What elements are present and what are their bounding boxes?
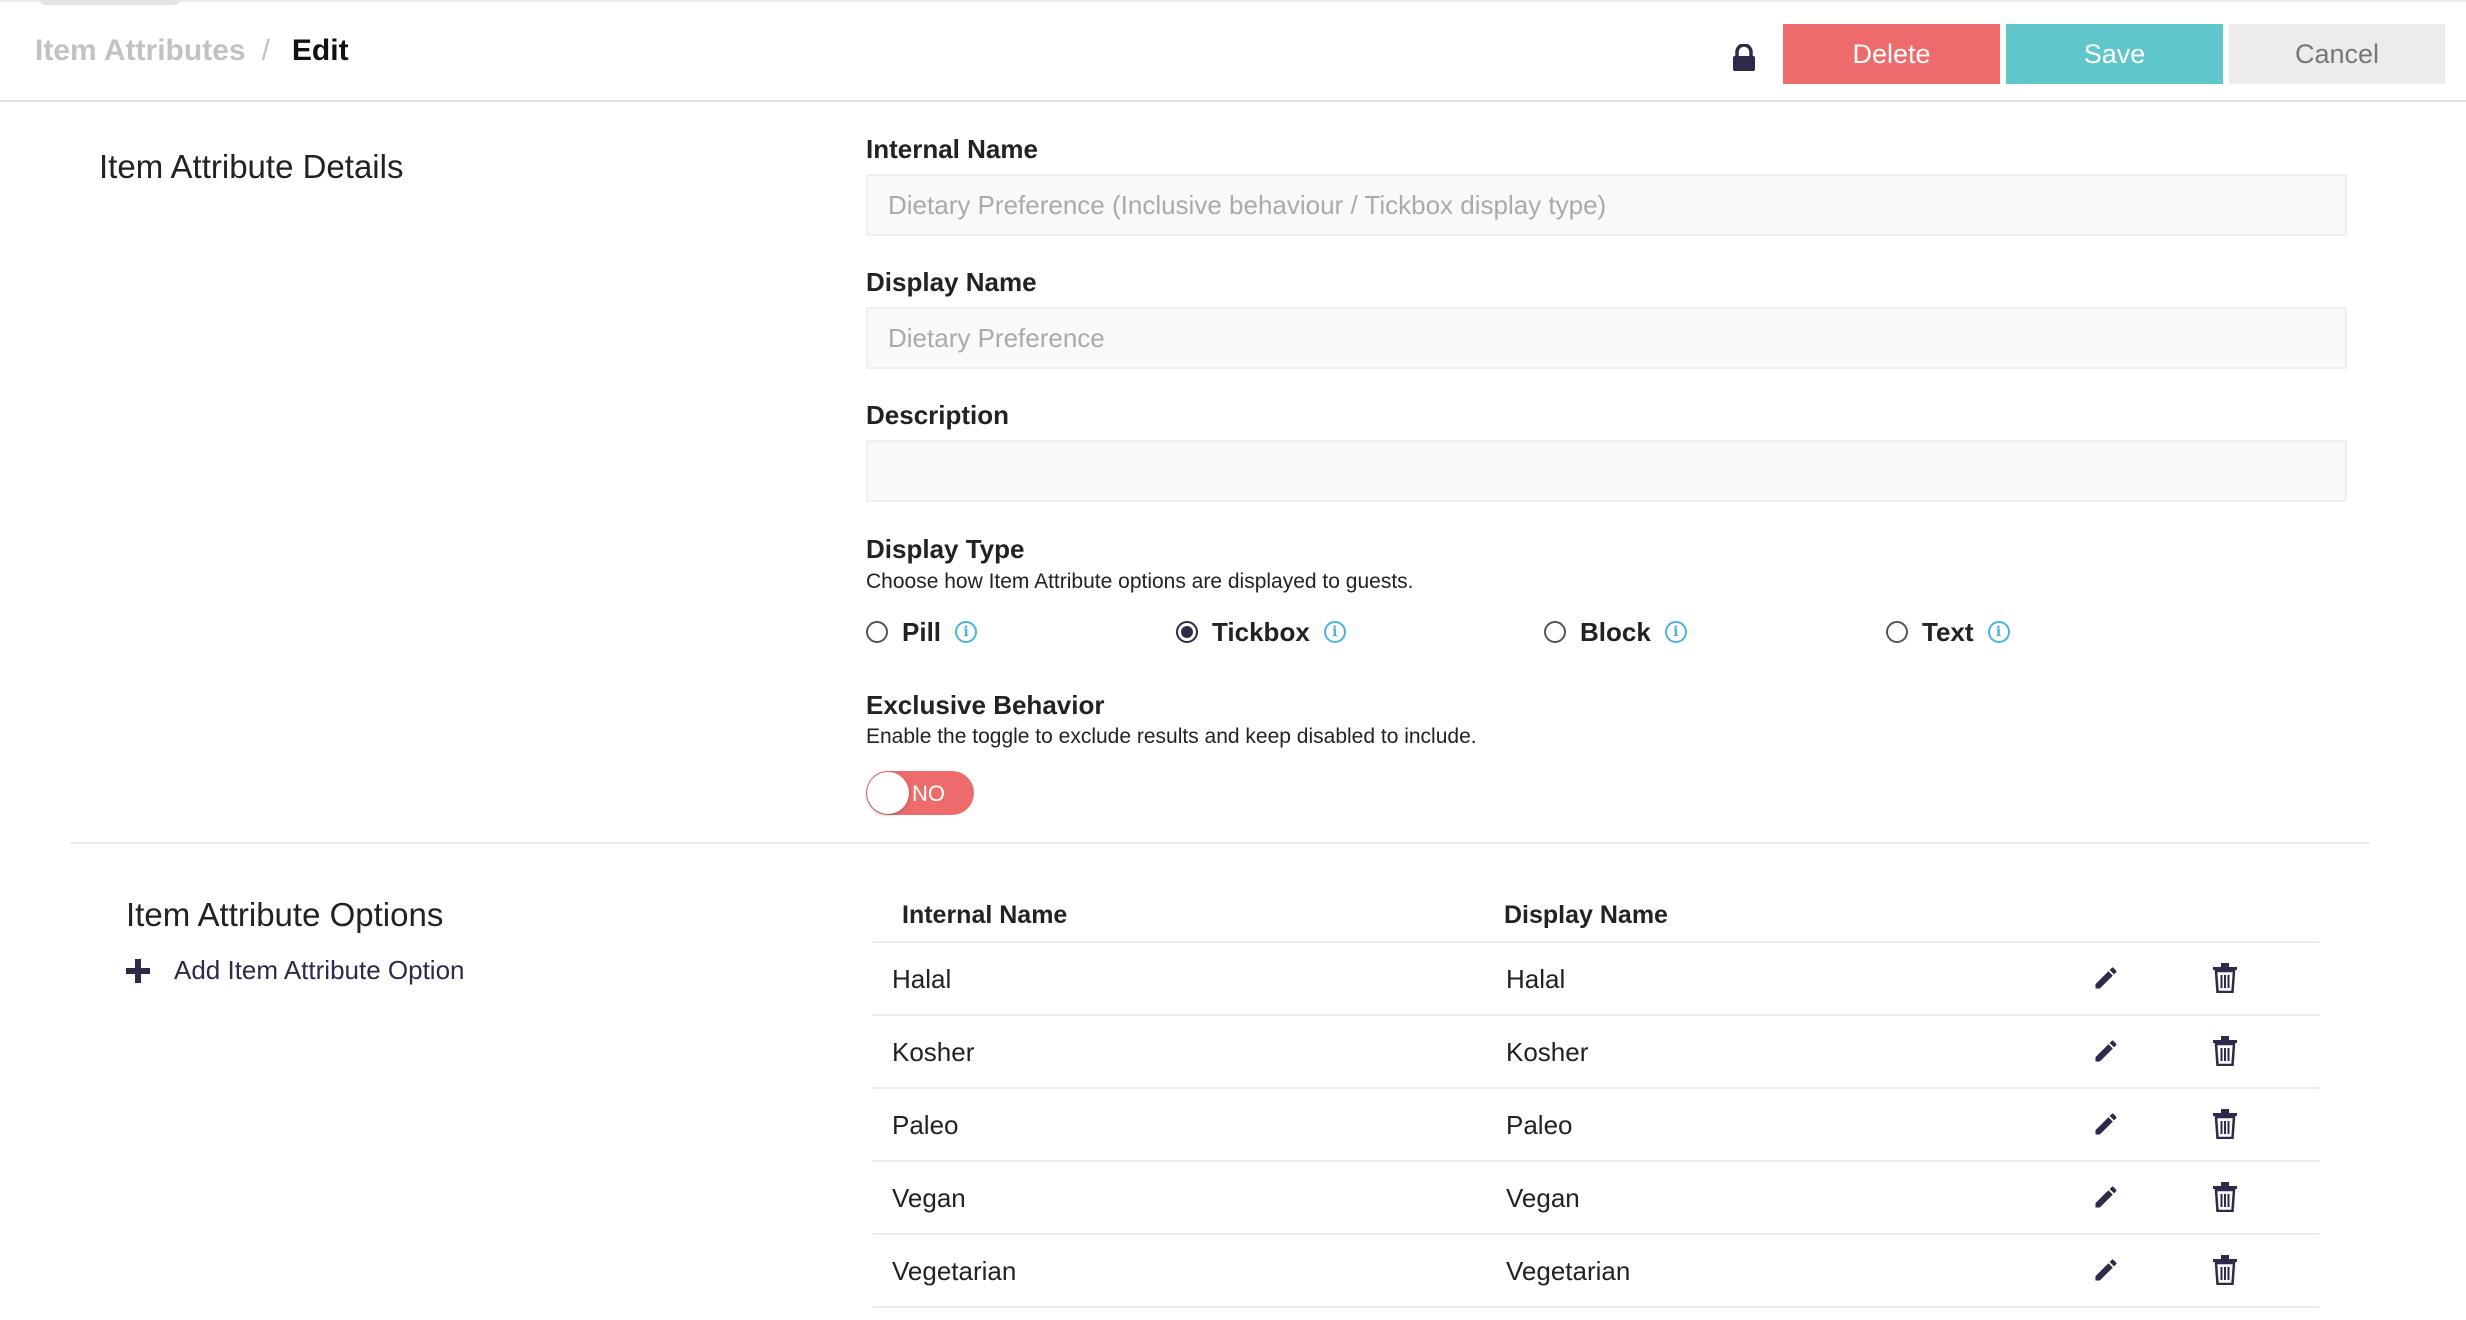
info-icon[interactable]: i: [955, 621, 978, 643]
trash-icon[interactable]: [2208, 1253, 2242, 1287]
options-table: Internal Name Display Name Halal Halal Kos…: [873, 895, 2319, 1308]
radio-text[interactable]: Text i: [1886, 616, 2010, 648]
cell-internal-name: Vegetarian: [892, 1256, 1017, 1286]
internal-name-label: Internal Name: [866, 134, 1038, 164]
cell-display-name: Vegetarian: [1506, 1256, 1631, 1286]
column-header-internal-name: Internal Name: [902, 901, 1068, 929]
breadcrumb-current: Edit: [291, 34, 349, 67]
trash-icon[interactable]: [2208, 1180, 2242, 1214]
breadcrumb: Item Attributes / Edit: [35, 34, 349, 68]
radio-block[interactable]: Block i: [1544, 616, 1687, 648]
radio-tickbox[interactable]: Tickbox i: [1176, 616, 1346, 648]
toggle-label: NO: [912, 781, 945, 806]
info-icon[interactable]: i: [1987, 621, 2010, 643]
cell-internal-name: Halal: [892, 964, 952, 994]
trash-icon[interactable]: [2208, 1107, 2242, 1141]
cell-internal-name: Vegan: [892, 1183, 966, 1213]
lock-icon[interactable]: [1731, 44, 1757, 72]
display-name-label: Display Name: [866, 267, 1037, 297]
breadcrumb-parent-link[interactable]: Item Attributes: [35, 34, 246, 68]
info-icon[interactable]: i: [1323, 621, 1346, 643]
internal-name-input[interactable]: [866, 174, 2347, 236]
cell-display-name: Halal: [1506, 964, 1566, 994]
cell-display-name: Vegan: [1506, 1183, 1580, 1213]
radio-label: Tickbox: [1212, 616, 1310, 647]
exclusive-behavior-label: Exclusive Behavior: [866, 690, 1105, 720]
radio-circle[interactable]: [1176, 621, 1198, 643]
exclusive-behavior-help: Enable the toggle to exclude results and…: [866, 725, 1477, 748]
cell-display-name: Paleo: [1506, 1110, 1573, 1140]
cell-display-name: Kosher: [1506, 1037, 1589, 1067]
trash-icon[interactable]: [2208, 1034, 2242, 1068]
breadcrumb-separator: /: [261, 34, 270, 67]
info-icon[interactable]: i: [1664, 621, 1687, 643]
display-name-input[interactable]: [866, 307, 2347, 369]
add-option-label: Add Item Attribute Option: [174, 955, 465, 985]
table-header: Internal Name Display Name: [873, 895, 2319, 943]
radio-circle[interactable]: [1886, 621, 1908, 643]
table-body: Halal Halal Kosher Kosher Paleo Paleo Vegan Veg…: [873, 943, 2319, 1308]
pencil-icon[interactable]: [2089, 1253, 2123, 1287]
column-header-display-name: Display Name: [1504, 901, 1668, 929]
plus-icon: [126, 958, 150, 983]
pencil-icon[interactable]: [2089, 1180, 2123, 1214]
radio-circle[interactable]: [1544, 621, 1566, 643]
table-row: Halal Halal: [873, 943, 2319, 1016]
options-section-title: Item Attribute Options: [126, 896, 444, 933]
toggle-knob: [867, 772, 909, 814]
save-button[interactable]: Save: [2006, 24, 2223, 84]
cell-internal-name: Kosher: [892, 1037, 975, 1067]
table-row: Kosher Kosher: [873, 1016, 2319, 1089]
table-row: Vegetarian Vegetarian: [873, 1235, 2319, 1308]
radio-pill[interactable]: Pill i: [866, 616, 978, 648]
radio-label: Block: [1580, 616, 1651, 647]
section-divider: [70, 842, 2370, 844]
pencil-icon[interactable]: [2089, 1107, 2123, 1141]
description-input[interactable]: [866, 440, 2347, 502]
details-section-title: Item Attribute Details: [99, 148, 404, 185]
tab-shadow: [40, 0, 180, 5]
radio-label: Pill: [902, 616, 942, 647]
delete-button[interactable]: Delete: [1783, 24, 2000, 84]
exclusive-behavior-toggle[interactable]: NO: [866, 771, 974, 815]
table-row: Vegan Vegan: [873, 1162, 2319, 1235]
add-item-attribute-option-button[interactable]: Add Item Attribute Option: [126, 955, 465, 986]
page-header: Item Attributes / Edit Delete Save Cance…: [0, 6, 2466, 102]
trash-icon[interactable]: [2208, 961, 2242, 995]
pencil-icon[interactable]: [2089, 961, 2123, 995]
table-row: Paleo Paleo: [873, 1089, 2319, 1162]
cancel-button[interactable]: Cancel: [2229, 24, 2445, 84]
display-type-label: Display Type: [866, 534, 1025, 564]
display-type-help: Choose how Item Attribute options are di…: [866, 570, 1414, 593]
radio-label: Text: [1922, 616, 1974, 647]
radio-circle[interactable]: [866, 621, 888, 643]
description-label: Description: [866, 400, 1010, 430]
pencil-icon[interactable]: [2089, 1034, 2123, 1068]
cell-internal-name: Paleo: [892, 1110, 959, 1140]
